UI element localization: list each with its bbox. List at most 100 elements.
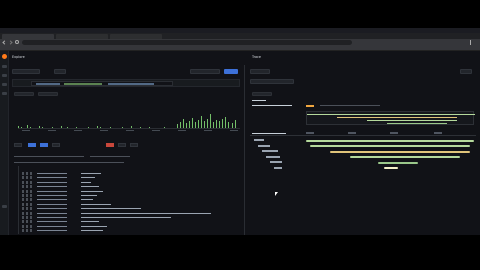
span-bar[interactable] bbox=[310, 145, 470, 147]
sidebar bbox=[0, 51, 9, 235]
time-picker[interactable] bbox=[190, 69, 220, 74]
refresh-icon[interactable] bbox=[15, 40, 19, 44]
trace-add-query-button[interactable] bbox=[252, 92, 272, 96]
back-icon[interactable] bbox=[2, 40, 7, 45]
query-history-button[interactable] bbox=[38, 92, 58, 96]
volume-bar bbox=[191, 118, 193, 128]
grafana-logo-icon[interactable] bbox=[1, 54, 7, 59]
close-split-button[interactable] bbox=[460, 69, 472, 74]
detail-row[interactable] bbox=[19, 198, 241, 202]
option-button[interactable] bbox=[130, 143, 138, 147]
volume-bar bbox=[201, 116, 202, 128]
detail-row[interactable] bbox=[19, 180, 241, 185]
volume-bar bbox=[109, 127, 111, 128]
mouse-cursor bbox=[275, 192, 278, 196]
gear-icon[interactable] bbox=[1, 205, 7, 208]
option-button[interactable] bbox=[52, 143, 60, 147]
compass-icon[interactable] bbox=[1, 83, 7, 86]
volume-bar bbox=[30, 127, 32, 128]
trace-id-input[interactable] bbox=[250, 79, 294, 84]
volume-bar bbox=[207, 119, 209, 128]
detail-row[interactable] bbox=[19, 220, 241, 224]
query-input[interactable] bbox=[31, 81, 173, 86]
trace-title: Trace bbox=[252, 55, 261, 59]
detail-row[interactable] bbox=[19, 172, 241, 176]
volume-bar bbox=[185, 123, 187, 128]
x-tick bbox=[230, 130, 238, 131]
volume-bar bbox=[231, 123, 233, 128]
x-tick bbox=[22, 130, 30, 131]
volume-bar bbox=[121, 127, 123, 128]
volume-bar bbox=[66, 127, 68, 128]
span-bar[interactable] bbox=[384, 167, 398, 169]
minimap-span bbox=[337, 117, 457, 118]
graph-x-axis bbox=[18, 130, 240, 133]
detail-row[interactable] bbox=[19, 211, 241, 216]
detail-row[interactable] bbox=[19, 216, 241, 220]
volume-bar bbox=[182, 119, 184, 128]
volume-bar bbox=[42, 127, 44, 128]
address-bar[interactable] bbox=[22, 40, 352, 45]
x-tick bbox=[100, 130, 108, 131]
split-divider[interactable] bbox=[244, 65, 245, 235]
volume-bar bbox=[213, 122, 215, 128]
volume-bar bbox=[176, 124, 178, 128]
dedup-toggle[interactable] bbox=[106, 143, 114, 147]
timeline-header bbox=[250, 132, 476, 136]
search-icon[interactable] bbox=[1, 65, 7, 68]
datasource-picker[interactable] bbox=[12, 69, 40, 74]
minimap-span bbox=[367, 120, 457, 121]
browser-toolbar bbox=[0, 39, 480, 46]
trace-minimap[interactable] bbox=[306, 111, 475, 125]
span-bar[interactable] bbox=[306, 139, 474, 142]
forward-icon[interactable] bbox=[8, 40, 13, 45]
option-toggle[interactable] bbox=[40, 143, 48, 147]
span-bar[interactable] bbox=[378, 161, 418, 164]
volume-bar bbox=[21, 127, 23, 128]
minimap-span bbox=[307, 114, 475, 115]
volume-bar bbox=[234, 120, 236, 128]
detail-row[interactable] bbox=[19, 176, 241, 180]
detail-row[interactable] bbox=[19, 202, 241, 207]
detail-row[interactable] bbox=[19, 185, 241, 189]
volume-bar bbox=[219, 121, 221, 128]
x-tick bbox=[74, 130, 82, 131]
run-query-button[interactable] bbox=[224, 69, 238, 74]
detail-row[interactable] bbox=[19, 207, 241, 211]
span-bar[interactable] bbox=[350, 156, 460, 158]
volume-bar bbox=[228, 122, 230, 128]
option-button[interactable] bbox=[118, 143, 126, 147]
star-icon[interactable] bbox=[1, 74, 7, 77]
split-button[interactable] bbox=[54, 69, 66, 74]
span-bar[interactable] bbox=[330, 150, 470, 153]
explore-title: Explore bbox=[12, 55, 25, 59]
detail-row[interactable] bbox=[19, 224, 241, 229]
add-query-button[interactable] bbox=[14, 92, 34, 96]
menu-icon[interactable] bbox=[470, 40, 471, 45]
minimap-span bbox=[387, 123, 447, 124]
volume-bar bbox=[164, 127, 166, 128]
trace-datasource-picker[interactable] bbox=[250, 69, 270, 74]
grafana-app: Explore Trace bbox=[0, 51, 480, 235]
volume-bar bbox=[179, 122, 181, 128]
alert-icon[interactable] bbox=[1, 92, 7, 95]
volume-bar bbox=[216, 120, 218, 128]
x-tick bbox=[48, 130, 56, 131]
volume-bar bbox=[100, 127, 102, 128]
volume-bar bbox=[18, 126, 19, 128]
volume-bar bbox=[60, 126, 62, 128]
detail-row[interactable] bbox=[19, 194, 241, 198]
detail-row[interactable] bbox=[19, 229, 241, 233]
volume-bar bbox=[222, 119, 224, 128]
volume-bar bbox=[75, 127, 77, 128]
volume-bar bbox=[39, 126, 41, 128]
volume-bar bbox=[194, 122, 196, 128]
log-entry[interactable] bbox=[14, 161, 238, 165]
option-button[interactable] bbox=[14, 143, 22, 147]
volume-bar bbox=[97, 126, 99, 128]
volume-bar bbox=[27, 125, 29, 128]
option-toggle[interactable] bbox=[28, 143, 36, 147]
volume-bar bbox=[140, 127, 141, 128]
detail-row[interactable] bbox=[19, 189, 241, 194]
log-lines bbox=[14, 156, 238, 159]
